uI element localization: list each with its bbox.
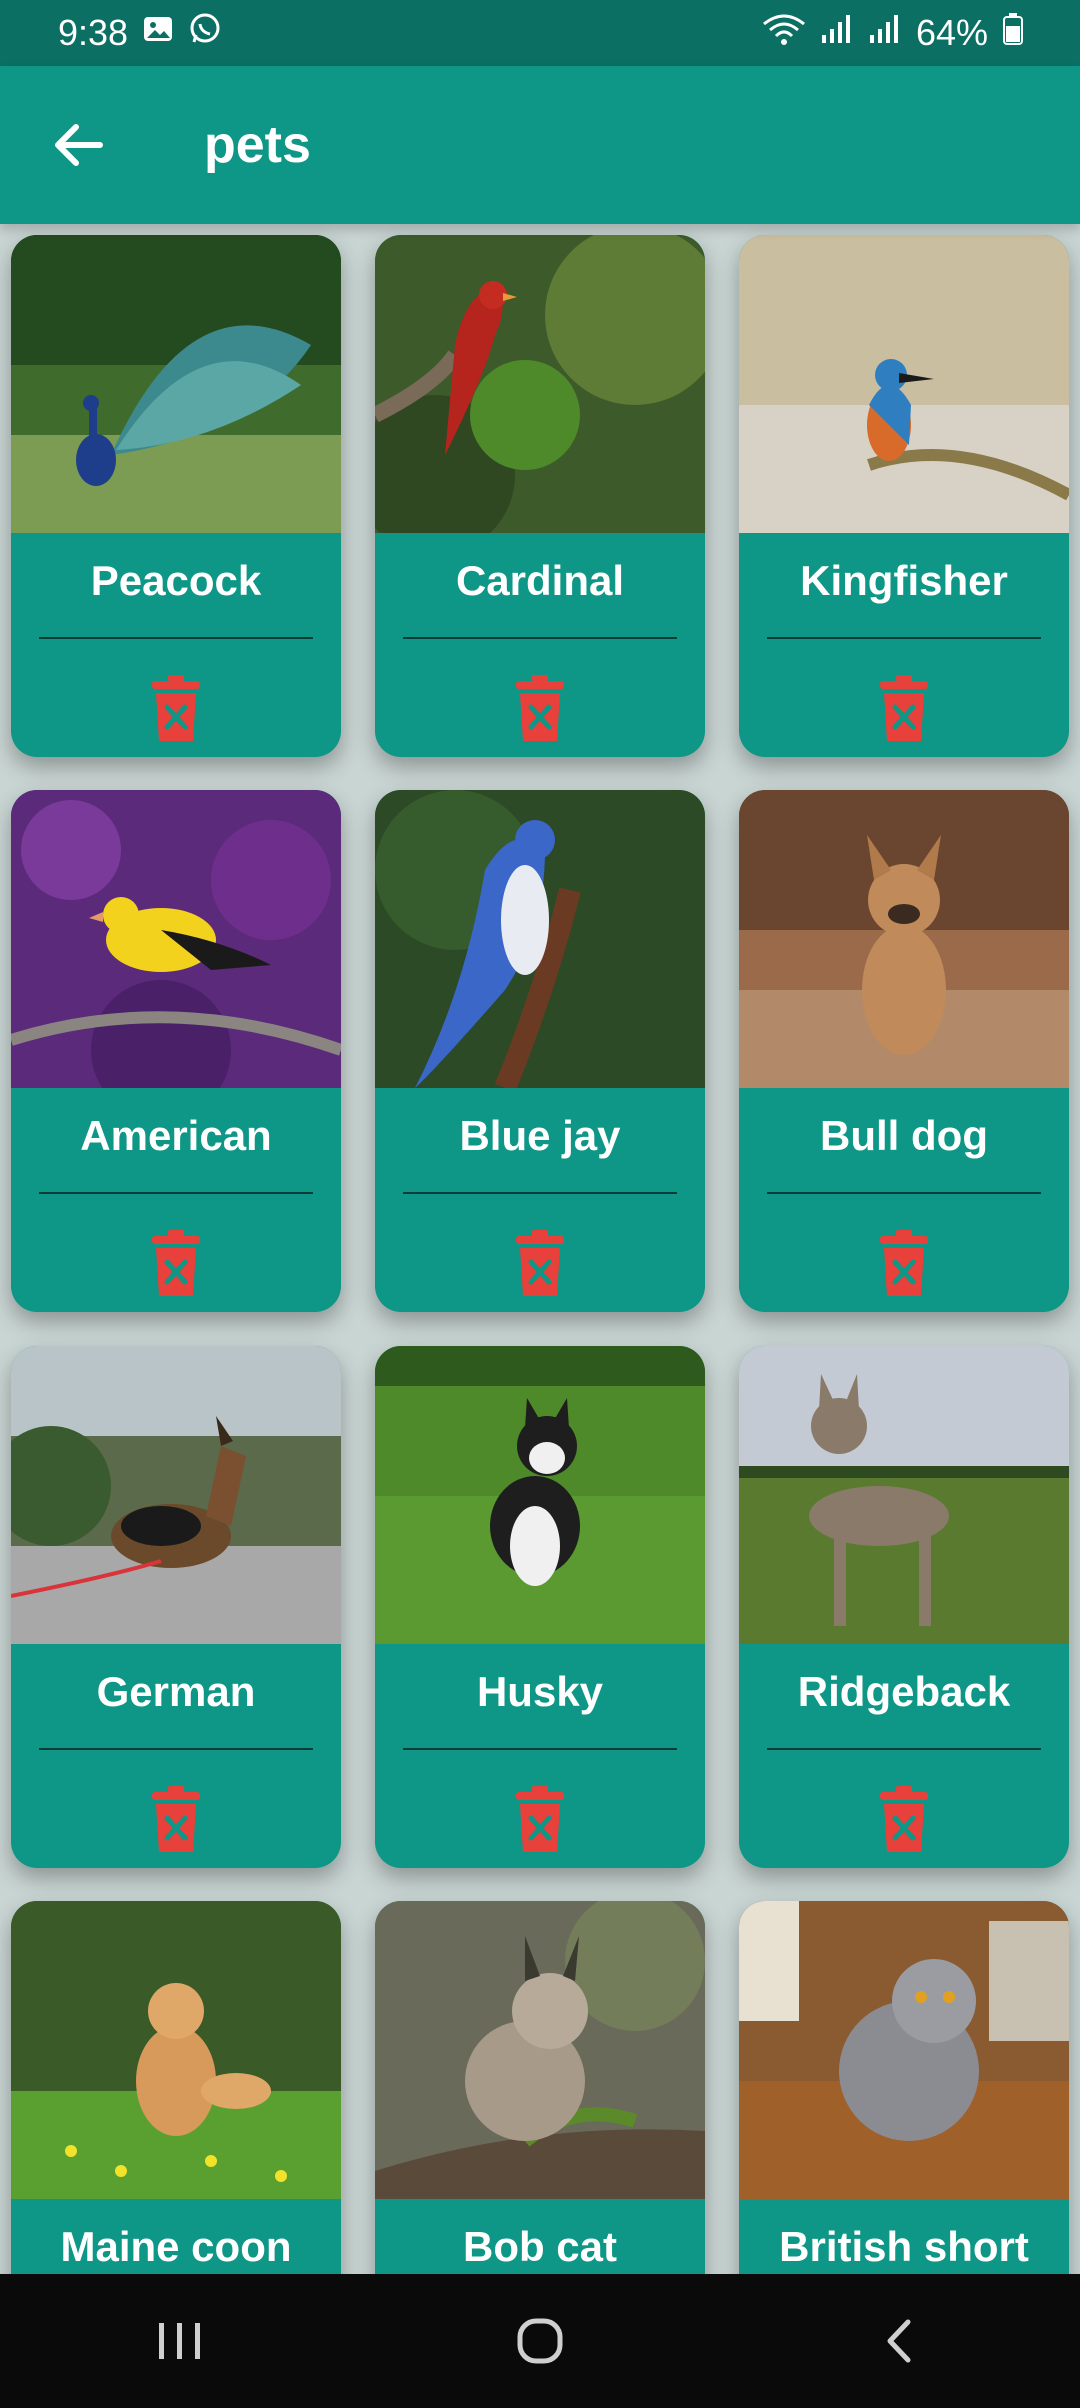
pet-photo-american [11,790,341,1088]
home-button[interactable] [500,2301,580,2381]
pet-photo-maine-coon [11,1901,341,2199]
pet-photo-bull-dog [739,790,1069,1088]
delete-button[interactable] [880,1786,928,1852]
status-time: 9:38 [58,12,129,53]
delete-button[interactable] [516,675,564,741]
pet-card-british-short[interactable]: British short [739,1901,1069,2274]
trash-icon [152,1786,200,1852]
delete-button[interactable] [516,1786,564,1852]
battery-icon [1002,12,1024,55]
back-icon [887,2319,911,2363]
pet-name: German [96,1668,256,1715]
pet-card-husky[interactable]: Husky [375,1346,705,1868]
status-left: 9:38 [58,12,222,55]
signal-icon [820,12,854,54]
pet-name: Kingfisher [800,557,1008,604]
pet-photo-husky [375,1346,705,1644]
delete-button[interactable] [516,1230,564,1296]
signal-icon [868,12,902,54]
trash-icon [880,1786,928,1852]
delete-button[interactable] [880,675,928,741]
pet-name: Peacock [90,557,262,604]
system-back-button[interactable] [860,2301,940,2381]
recent-apps-button[interactable] [140,2301,220,2381]
pet-card-maine-coon[interactable]: Maine coon [11,1901,341,2274]
pet-photo-german [11,1346,341,1644]
pet-name: Ridgeback [797,1668,1011,1715]
trash-icon [516,675,564,741]
pet-card-bull-dog[interactable]: Bull dog [739,790,1069,1312]
navigation-bar [0,2274,1080,2408]
pet-name: Maine coon [60,2223,292,2270]
pet-name: American [80,1112,272,1159]
pet-name: British short [779,2223,1029,2270]
trash-icon [880,675,928,741]
divider [39,1748,313,1750]
trash-icon [152,675,200,741]
pet-card-american[interactable]: American [11,790,341,1312]
pet-photo-cardinal [375,235,705,533]
pet-name: Bull dog [820,1112,988,1159]
pet-name: Bob cat [462,2223,617,2270]
pet-name: Blue jay [459,1112,621,1159]
pet-card-bob-cat[interactable]: Bob cat [375,1901,705,2274]
delete-button[interactable] [152,1230,200,1296]
pet-photo-blue-jay [375,790,705,1088]
delete-button[interactable] [152,675,200,741]
divider [403,637,677,639]
trash-icon [516,1230,564,1296]
divider [403,1748,677,1750]
back-button[interactable] [38,105,118,185]
status-right: 64% [762,12,1024,55]
recent-apps-icon [159,2323,200,2359]
pet-photo-ridgeback [739,1346,1069,1644]
pet-card-peacock[interactable]: Peacock [11,235,341,757]
trash-icon [152,1230,200,1296]
divider [767,1192,1041,1194]
pet-grid: Peacock Cardinal Kingfisher American Blu… [0,224,1080,2274]
divider [767,637,1041,639]
pet-photo-peacock [11,235,341,533]
divider [39,637,313,639]
pet-name: Cardinal [455,557,625,604]
home-icon [517,2318,563,2364]
pet-card-german[interactable]: German [11,1346,341,1868]
pet-photo-bob-cat [375,1901,705,2199]
trash-icon [880,1230,928,1296]
whatsapp-icon [188,12,222,55]
divider [767,1748,1041,1750]
pet-card-ridgeback[interactable]: Ridgeback [739,1346,1069,1868]
pet-photo-kingfisher [739,235,1069,533]
delete-button[interactable] [152,1786,200,1852]
pet-name: Husky [476,1668,604,1715]
wifi-icon [762,12,806,55]
pet-photo-british-short [739,1901,1069,2199]
pet-card-blue-jay[interactable]: Blue jay [375,790,705,1312]
app-bar: pets [0,66,1080,224]
arrow-left-icon [55,124,103,166]
pet-card-cardinal[interactable]: Cardinal [375,235,705,757]
pet-card-kingfisher[interactable]: Kingfisher [739,235,1069,757]
battery-percent: 64% [915,12,988,53]
divider [39,1192,313,1194]
trash-icon [516,1786,564,1852]
gallery-icon [142,12,174,54]
status-bar: 9:38 64% [0,0,1080,66]
divider [403,1192,677,1194]
delete-button[interactable] [880,1230,928,1296]
page-title: pets [204,116,311,174]
